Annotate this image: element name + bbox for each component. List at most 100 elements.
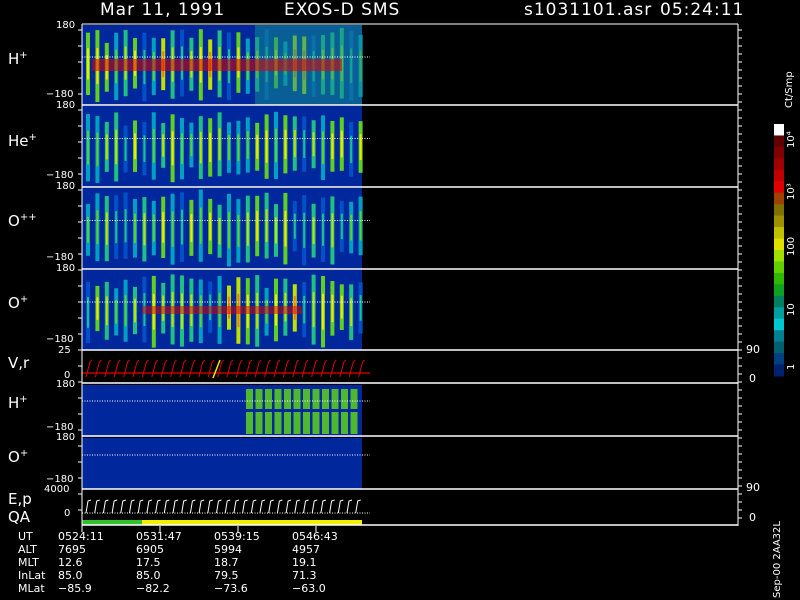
ep-trace [303, 499, 309, 514]
tick-ep-min: 0 [64, 508, 71, 519]
colorbar-segment [774, 364, 784, 377]
spectrum-core [87, 48, 89, 80]
ep-trace [224, 499, 231, 514]
colorbar-segment [774, 124, 784, 136]
spectrum-core [162, 134, 165, 157]
colorbar-segment [774, 307, 784, 320]
spectrum-core [322, 131, 324, 164]
ep-trace [355, 499, 361, 514]
spectrum-core [331, 213, 334, 248]
orbit-info-table: UT 0524:11 0531:47 0539:15 0546:43 ALT 7… [18, 530, 370, 595]
tick-h2-max: 180 [56, 379, 76, 390]
tick-opp-max: 180 [56, 181, 76, 192]
colorbar-segment [774, 284, 784, 297]
spectrum-core [143, 213, 146, 246]
rtick-o2-max: 90 [746, 481, 760, 494]
date-label: Mar 11, 1991 [100, 0, 226, 20]
h2-band [265, 389, 272, 409]
spectrum-core [303, 212, 306, 248]
o2-background [82, 438, 362, 489]
h2-band [274, 412, 282, 434]
spectrum-core [246, 131, 249, 159]
spectrum-core [237, 214, 240, 247]
h2-band [312, 412, 320, 434]
spectrum-core [199, 207, 202, 244]
h2-band [284, 412, 291, 434]
panel-label-h-plus-2: H+ [8, 394, 28, 412]
spectrum-core [152, 129, 155, 163]
ep-trace [346, 499, 353, 514]
tick-h-max: 180 [56, 20, 76, 31]
spectrum-core [265, 209, 268, 243]
spectrum-core [228, 212, 230, 249]
colorbar-segment [774, 192, 784, 205]
ep-trace [198, 499, 205, 514]
spectrum-core [350, 214, 353, 241]
cell: 7695 [58, 543, 86, 556]
spectrum-core [350, 135, 353, 164]
cell: 85.0 [58, 569, 83, 582]
ep-trace [181, 499, 187, 514]
ep-trace [216, 499, 222, 514]
spectrum-core [209, 212, 212, 241]
h2-band [341, 412, 348, 434]
cell: 0524:11 [58, 530, 104, 543]
cell: −85.9 [58, 582, 92, 595]
spectrum-core [181, 209, 183, 245]
colorbar-tick-1: 1 [786, 363, 797, 370]
spectrum-core [96, 297, 99, 320]
cell: 4957 [292, 543, 320, 556]
ep-trace [189, 499, 196, 514]
row-mlat: MLat −85.9 −82.2 −73.6 −63.0 [18, 582, 370, 595]
h2-band [350, 389, 358, 409]
spectrum-core [331, 133, 334, 160]
spectrum-core [87, 130, 89, 165]
ep-trace [294, 499, 300, 514]
panel-label-o-plus-2: O+ [8, 448, 29, 466]
cell: −82.2 [136, 582, 170, 595]
spectrum-core [275, 128, 277, 163]
spectrum-core [293, 213, 296, 239]
ep-trace [242, 499, 248, 514]
panel-label-he-plus: He+ [8, 132, 37, 150]
spectrum-core [190, 133, 193, 157]
ep-trace [268, 499, 274, 514]
colorbar-tick-10: 10 [786, 303, 797, 316]
colorbar-segment [774, 215, 784, 228]
spectrum-core [115, 211, 118, 244]
h2-band [293, 412, 301, 434]
h2-band [246, 412, 253, 434]
colorbar-tick-100: 100 [786, 236, 797, 256]
tick-vr-max: 25 [58, 345, 71, 356]
ep-trace [250, 499, 257, 514]
colorbar-segment [774, 169, 784, 182]
h2-band [350, 412, 358, 434]
spectrum-core [181, 133, 183, 164]
tick-he-max: 180 [56, 100, 76, 111]
ep-trace [285, 499, 292, 514]
spectrum-core [124, 295, 127, 327]
spectrum-core [171, 211, 174, 247]
spectrum-core [359, 134, 362, 160]
row-inlat: InLat 85.0 85.0 79.5 71.3 [18, 569, 370, 582]
panel-label-qa: QA [8, 508, 31, 526]
spectrum-core [124, 209, 127, 243]
h2-band [341, 389, 348, 409]
ep-trace [337, 499, 344, 514]
colorbar-segment [774, 227, 784, 240]
ep-trace [259, 499, 266, 514]
spectrum-core [312, 132, 315, 157]
h2-background [82, 385, 362, 437]
spectrum-core [134, 213, 136, 243]
h2-band [331, 389, 339, 409]
spectrum-core [265, 130, 268, 163]
colorbar-segment [774, 181, 784, 194]
cell: 18.7 [214, 556, 239, 569]
cell: 6905 [136, 543, 164, 556]
cell: 0531:47 [136, 530, 182, 543]
ep-trace [94, 499, 100, 514]
ep-trace [311, 499, 318, 514]
ep-trace [129, 499, 135, 514]
cell: 5994 [214, 543, 242, 556]
tick-op-min: −180 [46, 334, 74, 345]
